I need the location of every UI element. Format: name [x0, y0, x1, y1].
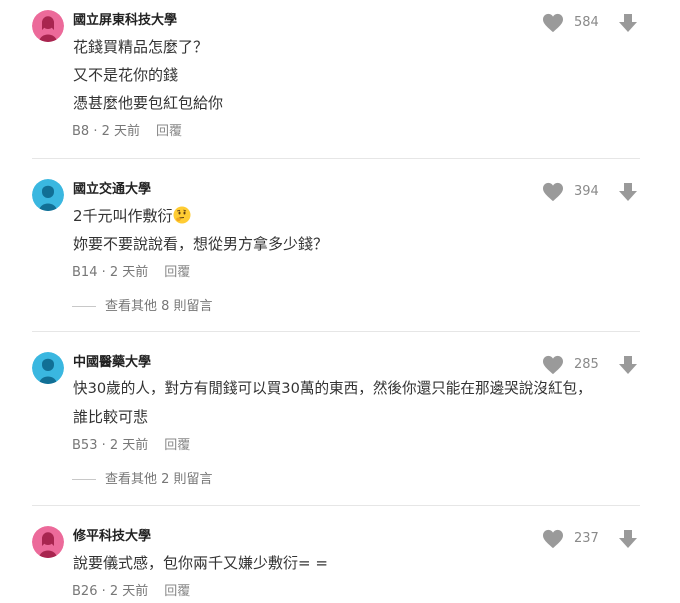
heart-icon[interactable]	[542, 355, 564, 375]
comment-time: 2 天前	[109, 265, 149, 280]
arrow-down-icon[interactable]	[618, 529, 638, 549]
reply-button[interactable]: 回覆	[164, 438, 190, 453]
comment-meta: B14 · 2 天前 回覆	[72, 265, 191, 280]
school-name[interactable]: 修平科技大學	[73, 529, 151, 545]
like-count: 394	[574, 184, 599, 199]
comment-text-line: 又不是花你的錢	[73, 66, 179, 84]
heart-icon[interactable]	[542, 182, 564, 202]
comment-text-line: 快30歲的人，對方有閒錢可以買30萬的東西，然後你還只能在那邊哭說沒紅包，	[73, 380, 592, 397]
like-count: 237	[574, 531, 599, 546]
comment-text-line: 妳要不要說說看，想從男方拿多少錢？	[73, 235, 329, 253]
comment-divider	[32, 158, 640, 159]
comment-divider	[32, 331, 640, 332]
arrow-down-icon[interactable]	[618, 355, 638, 375]
like-count: 584	[574, 15, 599, 30]
floor-number: B53	[72, 438, 98, 453]
floor-number: B26	[72, 584, 98, 599]
view-more-label: 查看其他 8 則留言	[105, 299, 213, 314]
reply-button[interactable]: 回覆	[164, 265, 190, 280]
male-avatar-icon[interactable]	[32, 352, 64, 384]
dash-line	[72, 306, 96, 307]
reply-button[interactable]: 回覆	[164, 584, 190, 599]
thinking-face-icon	[173, 206, 191, 224]
like-count: 285	[574, 357, 599, 372]
school-name[interactable]: 國立交通大學	[73, 182, 151, 198]
male-avatar-icon[interactable]	[32, 179, 64, 211]
comment-text: 2千元叫作敷衍	[73, 207, 173, 225]
comment-divider	[32, 505, 640, 506]
school-name[interactable]: 國立屏東科技大學	[73, 13, 177, 29]
arrow-down-icon[interactable]	[618, 182, 638, 202]
heart-icon[interactable]	[542, 529, 564, 549]
comment-text-line: 說要儀式感，包你兩千又嫌少敷衍= =	[73, 554, 328, 572]
reply-button[interactable]: 回覆	[156, 124, 182, 139]
female-avatar-icon[interactable]	[32, 10, 64, 42]
view-more-label: 查看其他 2 則留言	[105, 472, 213, 487]
dash-line	[72, 479, 96, 480]
comment-text-line: 2千元叫作敷衍	[73, 206, 191, 226]
comment-time: 2 天前	[101, 124, 141, 139]
view-more-replies[interactable]: 查看其他 8 則留言	[72, 299, 213, 315]
heart-icon[interactable]	[542, 13, 564, 33]
floor-number: B8	[72, 124, 90, 139]
comment-meta: B26 · 2 天前 回覆	[72, 584, 191, 599]
school-name[interactable]: 中國醫藥大學	[73, 355, 151, 371]
arrow-down-icon[interactable]	[618, 13, 638, 33]
comment-time: 2 天前	[109, 438, 149, 453]
view-more-replies[interactable]: 查看其他 2 則留言	[72, 472, 213, 488]
comment-time: 2 天前	[109, 584, 149, 599]
comment-text-line: 憑甚麼他要包紅包給你	[73, 94, 224, 112]
comment-meta: B53 · 2 天前 回覆	[72, 438, 191, 453]
comment-text-line: 誰比較可悲	[73, 408, 149, 426]
floor-number: B14	[72, 265, 98, 280]
comment-text-line: 花錢買精品怎麼了？	[73, 38, 209, 56]
comment-meta: B8 · 2 天前 回覆	[72, 124, 183, 139]
female-avatar-icon[interactable]	[32, 526, 64, 558]
